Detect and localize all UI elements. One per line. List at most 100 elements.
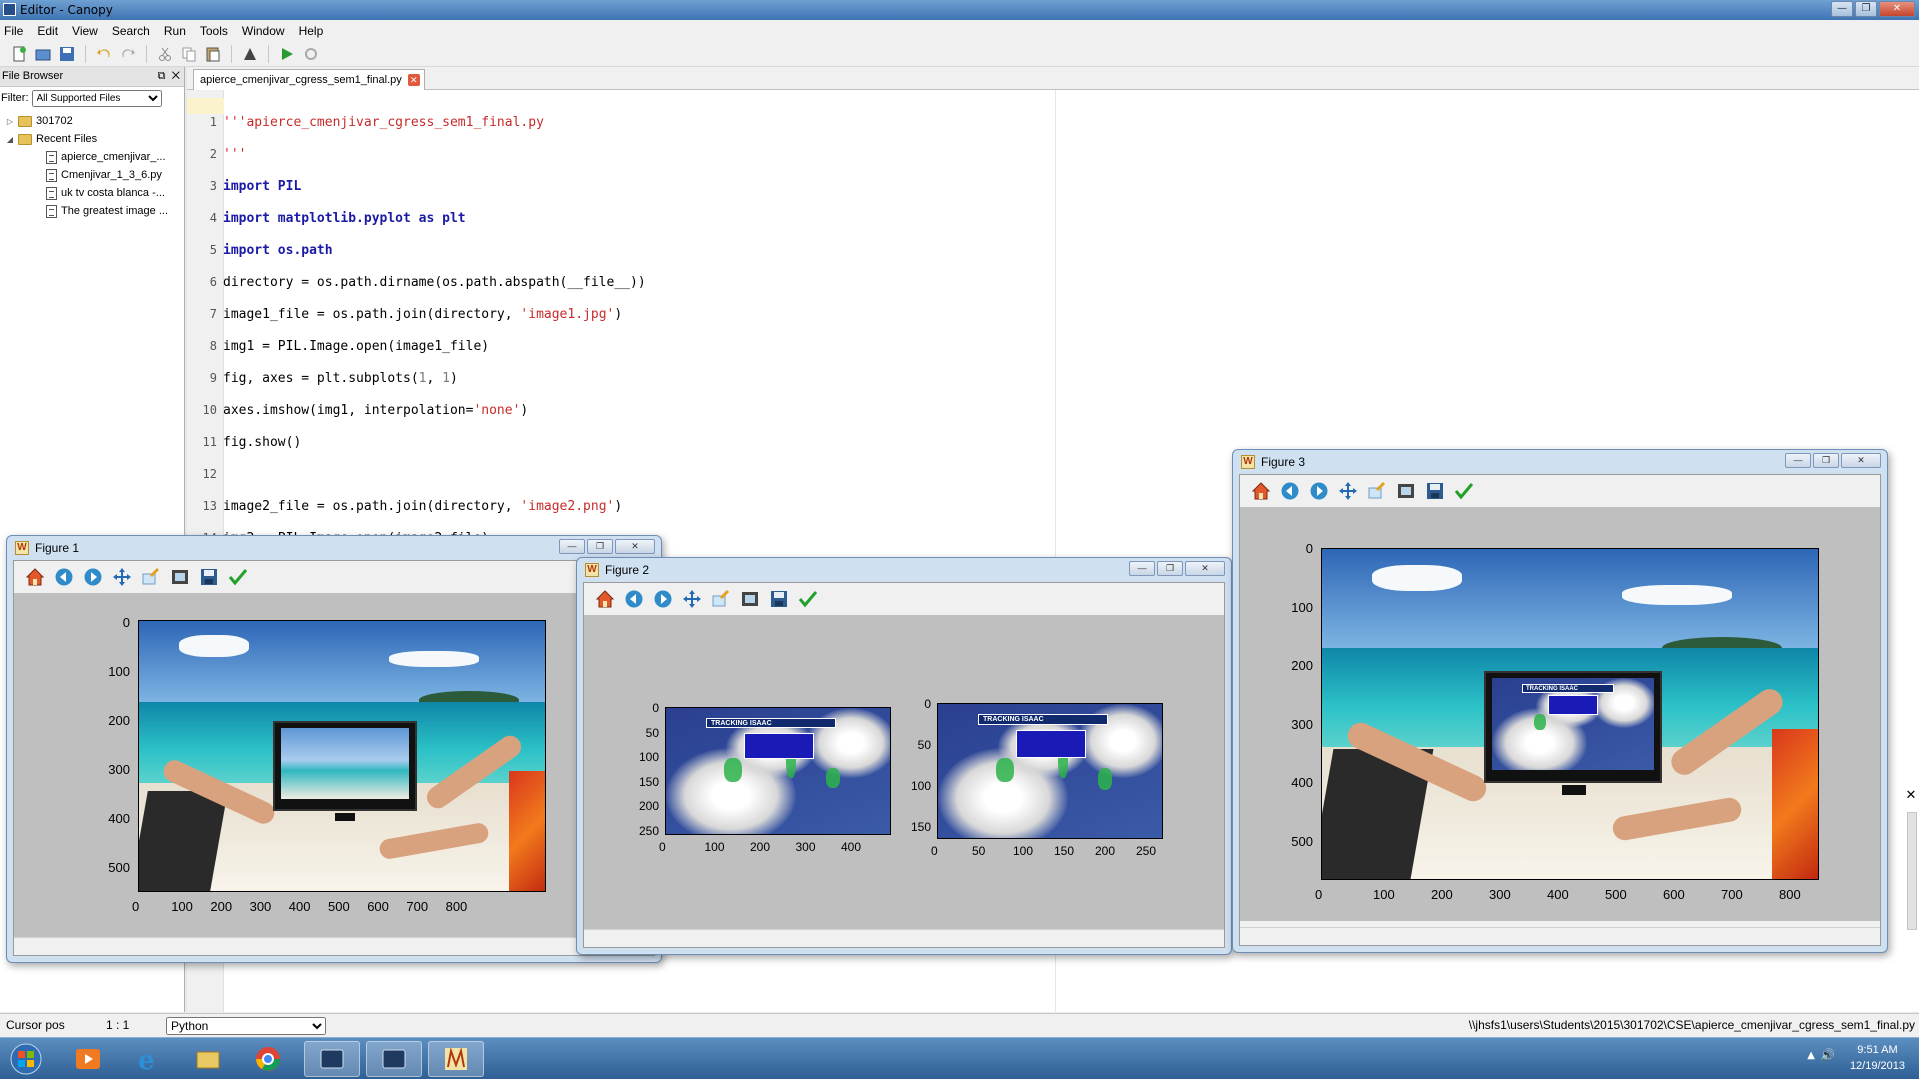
close-tab-icon[interactable]: ✕	[407, 74, 420, 86]
maximize-button[interactable]: ❐	[587, 539, 613, 554]
tree-file-item[interactable]: Cmenjivar_1_3_6.py	[0, 166, 184, 184]
minimize-button[interactable]: —	[1831, 1, 1853, 17]
media-player-icon[interactable]	[60, 1041, 116, 1077]
open-icon[interactable]	[34, 45, 52, 63]
menu-edit[interactable]: Edit	[37, 24, 58, 38]
redo-icon[interactable]	[119, 45, 137, 63]
copy-icon[interactable]	[180, 45, 198, 63]
figure-1-canvas[interactable]: 0 100 200 300 400 500 600 700 800 0 100 200 300 400 50…	[14, 593, 654, 941]
minimize-button[interactable]: —	[559, 539, 585, 554]
beach-image	[138, 620, 546, 892]
show-hidden-icons[interactable]: ▲	[1807, 1050, 1815, 1061]
maximize-button[interactable]: ❐	[1157, 561, 1183, 576]
figure-title: Figure 3	[1261, 455, 1306, 469]
figure-2-canvas[interactable]: TRACKING ISAAC TRACKING ISAAC 0 100 200 300…	[584, 615, 1224, 933]
paste-icon[interactable]	[204, 45, 222, 63]
save-icon[interactable]	[58, 45, 76, 63]
menu-run[interactable]: Run	[164, 24, 186, 38]
close-pane-icon[interactable]: ✕	[1903, 788, 1919, 806]
menu-tools[interactable]: Tools	[200, 24, 228, 38]
expand-arrow-icon[interactable]: ▷	[6, 117, 14, 126]
checkmark-icon[interactable]	[1453, 480, 1475, 502]
pan-icon[interactable]	[1337, 480, 1359, 502]
beach-image-with-tv: TRACKING ISAAC	[1321, 548, 1819, 880]
menu-window[interactable]: Window	[242, 24, 285, 38]
close-button[interactable]: ✕	[615, 539, 655, 554]
y-tick-label: 0	[924, 697, 931, 711]
save-figure-icon[interactable]	[198, 566, 220, 588]
minimize-button[interactable]: —	[1129, 561, 1155, 576]
back-icon[interactable]	[623, 588, 645, 610]
home-icon[interactable]	[1250, 480, 1272, 502]
forward-icon[interactable]	[652, 588, 674, 610]
figure-3-window[interactable]: W Figure 3 — ❐ ✕ TRACKING ISAAC 0 100 20…	[1232, 449, 1888, 953]
menu-help[interactable]: Help	[299, 24, 324, 38]
tree-file-item[interactable]: uk tv costa blanca -...	[0, 184, 184, 202]
tree-folder-301702[interactable]: ▷ 301702	[0, 112, 184, 130]
back-icon[interactable]	[53, 566, 75, 588]
checkmark-icon[interactable]	[227, 566, 249, 588]
checkmark-icon[interactable]	[797, 588, 819, 610]
undo-icon[interactable]	[95, 45, 113, 63]
maximize-button[interactable]: ❐	[1855, 1, 1877, 17]
configure-subplots-icon[interactable]	[1395, 480, 1417, 502]
configure-subplots-icon[interactable]	[169, 566, 191, 588]
new-file-icon[interactable]	[10, 45, 28, 63]
editor-tab[interactable]: apierce_cmenjivar_cgress_sem1_final.py ✕	[193, 69, 425, 90]
run-disabled-icon[interactable]	[302, 45, 320, 63]
menu-view[interactable]: View	[72, 24, 98, 38]
configure-subplots-icon[interactable]	[739, 588, 761, 610]
tree-folder-recent-files[interactable]: ◢ Recent Files	[0, 130, 184, 148]
close-button[interactable]: ✕	[1185, 561, 1225, 576]
zoom-icon[interactable]	[710, 588, 732, 610]
minimize-button[interactable]: —	[1785, 453, 1811, 468]
chrome-icon[interactable]	[240, 1041, 296, 1077]
menu-search[interactable]: Search	[112, 24, 150, 38]
pan-icon[interactable]	[681, 588, 703, 610]
figure-title: Figure 1	[35, 541, 80, 555]
tree-file-item[interactable]: apierce_cmenjivar_...	[0, 148, 184, 166]
home-icon[interactable]	[24, 566, 46, 588]
figure-3-titlebar: W Figure 3 — ❐ ✕	[1233, 450, 1887, 474]
file-explorer-icon[interactable]	[180, 1041, 236, 1077]
taskbar-window-icon[interactable]	[304, 1041, 360, 1077]
run-icon[interactable]	[278, 45, 296, 63]
matplotlib-taskbar-icon[interactable]	[428, 1041, 484, 1077]
figure-1-window[interactable]: W Figure 1 — ❐ ✕ 0 100 200 300 400 500 6…	[6, 535, 662, 963]
zoom-icon[interactable]	[140, 566, 162, 588]
collapse-arrow-icon[interactable]: ◢	[6, 135, 14, 144]
maximize-button[interactable]: ❐	[1813, 453, 1839, 468]
menu-file[interactable]: File	[4, 24, 23, 38]
system-clock[interactable]: 9:51 AM 12/19/2013	[1850, 1042, 1905, 1074]
x-tick-label: 50	[972, 844, 986, 858]
figure-3-canvas[interactable]: TRACKING ISAAC 0 100 200 300 400 500 600 700 800…	[1240, 507, 1880, 921]
cut-icon[interactable]	[156, 45, 174, 63]
hurricane-image-small: TRACKING ISAAC	[937, 703, 1163, 839]
y-tick-label: 200	[638, 799, 659, 813]
save-figure-icon[interactable]	[768, 588, 790, 610]
debug-icon[interactable]	[241, 45, 259, 63]
language-select[interactable]: Python	[166, 1017, 326, 1035]
tree-file-item[interactable]: The greatest image ...	[0, 202, 184, 220]
clock-date: 12/19/2013	[1849, 1060, 1905, 1072]
home-icon[interactable]	[594, 588, 616, 610]
close-button[interactable]: ✕	[1879, 1, 1915, 17]
main-toolbar	[0, 41, 1919, 67]
filter-select[interactable]: All Supported Files	[31, 89, 162, 107]
volume-icon[interactable]: 🔊	[1820, 1048, 1835, 1062]
close-panel-icon[interactable]: ✕	[172, 70, 180, 82]
undock-icon[interactable]: ⧉	[158, 70, 166, 82]
back-icon[interactable]	[1279, 480, 1301, 502]
scrollbar[interactable]	[1907, 812, 1917, 930]
zoom-icon[interactable]	[1366, 480, 1388, 502]
figure-2-window[interactable]: W Figure 2 — ❐ ✕ TRACKING ISAAC TRACKING…	[576, 557, 1232, 955]
python-file-icon	[46, 150, 57, 164]
internet-explorer-icon[interactable]: e	[120, 1041, 176, 1077]
start-button[interactable]	[2, 1041, 50, 1077]
save-figure-icon[interactable]	[1424, 480, 1446, 502]
pan-icon[interactable]	[111, 566, 133, 588]
forward-icon[interactable]	[1308, 480, 1330, 502]
close-button[interactable]: ✕	[1841, 453, 1881, 468]
forward-icon[interactable]	[82, 566, 104, 588]
taskbar-window-icon[interactable]	[366, 1041, 422, 1077]
